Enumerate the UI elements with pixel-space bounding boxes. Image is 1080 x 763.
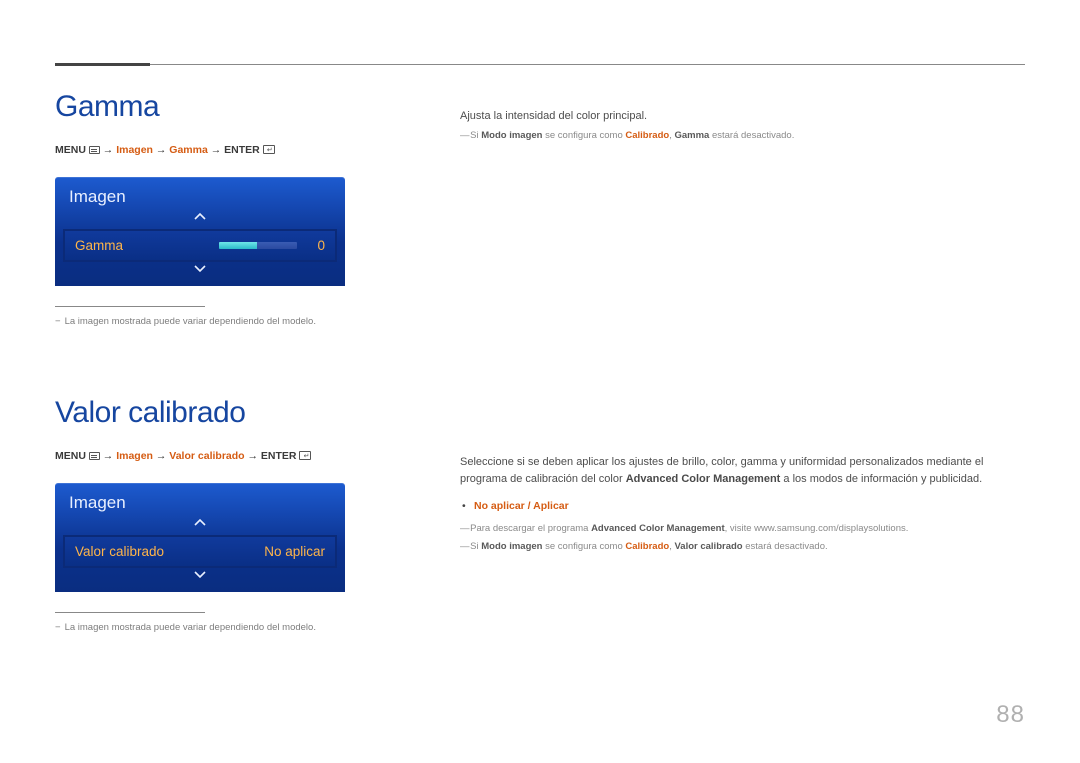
enter-icon: [263, 145, 275, 154]
enter-icon: [299, 451, 311, 460]
page-number: 88: [996, 701, 1025, 729]
valor-note-download: Para descargar el programa Advanced Colo…: [460, 522, 1025, 537]
menu-up-arrow[interactable]: [55, 211, 345, 229]
right-block-gamma: Ajusta la intensidad del color principal…: [460, 90, 1025, 144]
menu-card-valor: Imagen Valor calibrado No aplicar: [55, 483, 345, 592]
gamma-description: Ajusta la intensidad del color principal…: [460, 108, 1025, 125]
footnote-valor: La imagen mostrada puede variar dependie…: [55, 621, 435, 634]
section-title-gamma: Gamma: [55, 90, 435, 124]
menu-icon: [89, 146, 100, 154]
menu-card-header: Imagen: [55, 177, 345, 211]
menu-item-label: Gamma: [75, 238, 123, 253]
chevron-up-icon: [193, 212, 207, 222]
menu-down-arrow[interactable]: [55, 568, 345, 586]
breadcrumb-gamma: MENU → Imagen → Gamma → ENTER: [55, 142, 435, 159]
valor-note-disabled: Si Modo imagen se configura como Calibra…: [460, 540, 1025, 555]
breadcrumb-path-imagen: Imagen: [116, 450, 153, 462]
breadcrumb-valor: MENU → Imagen → Valor calibrado → ENTER: [55, 448, 435, 465]
left-column: Gamma MENU → Imagen → Gamma → ENTER Imag…: [55, 90, 435, 708]
footnote-rule: [55, 612, 205, 613]
menu-card-header: Imagen: [55, 483, 345, 517]
chevron-down-icon: [193, 569, 207, 579]
valor-options-bullet: No aplicar / Aplicar: [460, 498, 1025, 514]
chevron-down-icon: [193, 263, 207, 273]
menu-item-valor[interactable]: Valor calibrado No aplicar: [63, 535, 337, 568]
section-valor-calibrado: Valor calibrado MENU → Imagen → Valor ca…: [55, 396, 435, 634]
chevron-up-icon: [193, 518, 207, 528]
header-accent: [55, 63, 150, 66]
valor-description: Seleccione si se deben aplicar los ajust…: [460, 454, 1025, 488]
menu-icon: [89, 452, 100, 460]
breadcrumb-path-gamma: Gamma: [169, 144, 208, 156]
right-block-valor: Seleccione si se deben aplicar los ajust…: [460, 454, 1025, 555]
breadcrumb-path-imagen: Imagen: [116, 144, 153, 156]
gamma-note: Si Modo imagen se configura como Calibra…: [460, 129, 1025, 144]
menu-item-value: No aplicar: [264, 544, 325, 559]
menu-card-gamma: Imagen Gamma 0: [55, 177, 345, 286]
right-column: Ajusta la intensidad del color principal…: [460, 90, 1025, 708]
breadcrumb-enter-label: ENTER: [224, 144, 260, 156]
section-title-valor: Valor calibrado: [55, 396, 435, 430]
breadcrumb-enter-label: ENTER: [261, 450, 297, 462]
footnote-gamma: La imagen mostrada puede variar dependie…: [55, 315, 435, 328]
menu-item-gamma[interactable]: Gamma 0: [63, 229, 337, 262]
breadcrumb-path-valor: Valor calibrado: [169, 450, 244, 462]
header-rule: [55, 64, 1025, 65]
breadcrumb-menu-label: MENU: [55, 144, 86, 156]
menu-down-arrow[interactable]: [55, 262, 345, 280]
menu-item-label: Valor calibrado: [75, 544, 164, 559]
footnote-rule: [55, 306, 205, 307]
menu-up-arrow[interactable]: [55, 517, 345, 535]
gamma-slider-bar[interactable]: [219, 242, 297, 249]
menu-item-value: 0: [305, 238, 325, 253]
page-content: Gamma MENU → Imagen → Gamma → ENTER Imag…: [55, 90, 1025, 708]
breadcrumb-menu-label: MENU: [55, 450, 86, 462]
